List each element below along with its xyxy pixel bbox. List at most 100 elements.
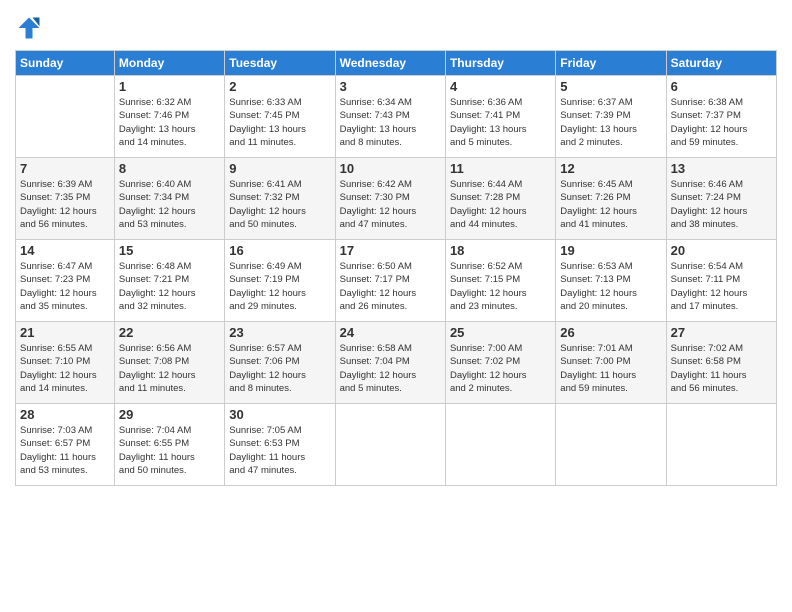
weekday-header: Tuesday (225, 51, 335, 76)
calendar-week-row: 7 Sunrise: 6:39 AM Sunset: 7:35 PM Daylig… (16, 158, 777, 240)
day-number: 18 (450, 243, 551, 258)
day-number: 8 (119, 161, 220, 176)
day-info: Sunrise: 6:55 AM Sunset: 7:10 PM Dayligh… (20, 342, 110, 395)
calendar-table: SundayMondayTuesdayWednesdayThursdayFrid… (15, 50, 777, 486)
calendar-week-row: 1Sunrise: 6:32 AM Sunset: 7:46 PM Daylig… (16, 76, 777, 158)
day-info: Sunrise: 6:57 AM Sunset: 7:06 PM Dayligh… (229, 342, 330, 395)
day-info: Sunrise: 7:03 AM Sunset: 6:57 PM Dayligh… (20, 424, 110, 477)
calendar-cell: 24 Sunrise: 6:58 AM Sunset: 7:04 PM Dayli… (335, 322, 445, 404)
day-info: Sunrise: 7:05 AM Sunset: 6:53 PM Dayligh… (229, 424, 330, 477)
day-number: 16 (229, 243, 330, 258)
calendar-cell: 1Sunrise: 6:32 AM Sunset: 7:46 PM Daylig… (114, 76, 224, 158)
logo (15, 14, 47, 42)
calendar-cell: 30 Sunrise: 7:05 AM Sunset: 6:53 PM Dayli… (225, 404, 335, 486)
day-info: Sunrise: 6:40 AM Sunset: 7:34 PM Dayligh… (119, 178, 220, 231)
day-number: 11 (450, 161, 551, 176)
calendar-cell: 29 Sunrise: 7:04 AM Sunset: 6:55 PM Dayli… (114, 404, 224, 486)
calendar-cell: 13 Sunrise: 6:46 AM Sunset: 7:24 PM Dayli… (666, 158, 776, 240)
calendar-cell: 6Sunrise: 6:38 AM Sunset: 7:37 PM Daylig… (666, 76, 776, 158)
day-info: Sunrise: 7:02 AM Sunset: 6:58 PM Dayligh… (671, 342, 772, 395)
day-info: Sunrise: 6:46 AM Sunset: 7:24 PM Dayligh… (671, 178, 772, 231)
calendar-cell (335, 404, 445, 486)
day-info: Sunrise: 6:53 AM Sunset: 7:13 PM Dayligh… (560, 260, 661, 313)
day-number: 14 (20, 243, 110, 258)
calendar-cell: 23 Sunrise: 6:57 AM Sunset: 7:06 PM Dayli… (225, 322, 335, 404)
day-info: Sunrise: 6:41 AM Sunset: 7:32 PM Dayligh… (229, 178, 330, 231)
calendar-cell: 15 Sunrise: 6:48 AM Sunset: 7:21 PM Dayli… (114, 240, 224, 322)
calendar-cell: 28 Sunrise: 7:03 AM Sunset: 6:57 PM Dayli… (16, 404, 115, 486)
day-info: Sunrise: 6:50 AM Sunset: 7:17 PM Dayligh… (340, 260, 441, 313)
day-number: 4 (450, 79, 551, 94)
calendar-cell: 17 Sunrise: 6:50 AM Sunset: 7:17 PM Dayli… (335, 240, 445, 322)
day-info: Sunrise: 6:52 AM Sunset: 7:15 PM Dayligh… (450, 260, 551, 313)
day-number: 13 (671, 161, 772, 176)
day-info: Sunrise: 6:32 AM Sunset: 7:46 PM Dayligh… (119, 96, 220, 149)
day-number: 19 (560, 243, 661, 258)
day-number: 17 (340, 243, 441, 258)
day-info: Sunrise: 6:54 AM Sunset: 7:11 PM Dayligh… (671, 260, 772, 313)
calendar-cell: 5 Sunrise: 6:37 AM Sunset: 7:39 PM Daylig… (556, 76, 666, 158)
page: SundayMondayTuesdayWednesdayThursdayFrid… (0, 0, 792, 612)
day-number: 3 (340, 79, 441, 94)
weekday-header: Thursday (445, 51, 555, 76)
calendar-body: 1Sunrise: 6:32 AM Sunset: 7:46 PM Daylig… (16, 76, 777, 486)
day-number: 25 (450, 325, 551, 340)
day-info: Sunrise: 7:00 AM Sunset: 7:02 PM Dayligh… (450, 342, 551, 395)
calendar-cell (666, 404, 776, 486)
day-number: 12 (560, 161, 661, 176)
day-number: 27 (671, 325, 772, 340)
calendar-cell: 10 Sunrise: 6:42 AM Sunset: 7:30 PM Dayli… (335, 158, 445, 240)
day-number: 26 (560, 325, 661, 340)
day-info: Sunrise: 6:47 AM Sunset: 7:23 PM Dayligh… (20, 260, 110, 313)
weekday-header: Saturday (666, 51, 776, 76)
calendar-cell: 9 Sunrise: 6:41 AM Sunset: 7:32 PM Daylig… (225, 158, 335, 240)
day-info: Sunrise: 6:45 AM Sunset: 7:26 PM Dayligh… (560, 178, 661, 231)
calendar-cell: 18 Sunrise: 6:52 AM Sunset: 7:15 PM Dayli… (445, 240, 555, 322)
day-info: Sunrise: 6:44 AM Sunset: 7:28 PM Dayligh… (450, 178, 551, 231)
calendar-cell (445, 404, 555, 486)
day-number: 20 (671, 243, 772, 258)
day-info: Sunrise: 6:42 AM Sunset: 7:30 PM Dayligh… (340, 178, 441, 231)
calendar-header-row: SundayMondayTuesdayWednesdayThursdayFrid… (16, 51, 777, 76)
day-number: 24 (340, 325, 441, 340)
calendar-cell: 11 Sunrise: 6:44 AM Sunset: 7:28 PM Dayli… (445, 158, 555, 240)
day-info: Sunrise: 7:04 AM Sunset: 6:55 PM Dayligh… (119, 424, 220, 477)
day-number: 23 (229, 325, 330, 340)
calendar-cell: 16 Sunrise: 6:49 AM Sunset: 7:19 PM Dayli… (225, 240, 335, 322)
weekday-header: Monday (114, 51, 224, 76)
day-number: 7 (20, 161, 110, 176)
day-number: 30 (229, 407, 330, 422)
calendar-cell: 12 Sunrise: 6:45 AM Sunset: 7:26 PM Dayli… (556, 158, 666, 240)
calendar-cell: 19 Sunrise: 6:53 AM Sunset: 7:13 PM Dayli… (556, 240, 666, 322)
day-number: 29 (119, 407, 220, 422)
day-info: Sunrise: 6:49 AM Sunset: 7:19 PM Dayligh… (229, 260, 330, 313)
calendar-cell: 3Sunrise: 6:34 AM Sunset: 7:43 PM Daylig… (335, 76, 445, 158)
day-info: Sunrise: 6:56 AM Sunset: 7:08 PM Dayligh… (119, 342, 220, 395)
calendar-cell: 25 Sunrise: 7:00 AM Sunset: 7:02 PM Dayli… (445, 322, 555, 404)
day-number: 5 (560, 79, 661, 94)
weekday-header: Friday (556, 51, 666, 76)
calendar-cell: 4 Sunrise: 6:36 AM Sunset: 7:41 PM Daylig… (445, 76, 555, 158)
calendar-cell: 27 Sunrise: 7:02 AM Sunset: 6:58 PM Dayli… (666, 322, 776, 404)
day-number: 10 (340, 161, 441, 176)
day-number: 21 (20, 325, 110, 340)
day-info: Sunrise: 6:36 AM Sunset: 7:41 PM Dayligh… (450, 96, 551, 149)
day-number: 15 (119, 243, 220, 258)
calendar-week-row: 21 Sunrise: 6:55 AM Sunset: 7:10 PM Dayli… (16, 322, 777, 404)
day-number: 9 (229, 161, 330, 176)
day-number: 22 (119, 325, 220, 340)
day-info: Sunrise: 6:37 AM Sunset: 7:39 PM Dayligh… (560, 96, 661, 149)
calendar-cell: 7 Sunrise: 6:39 AM Sunset: 7:35 PM Daylig… (16, 158, 115, 240)
day-info: Sunrise: 6:38 AM Sunset: 7:37 PM Dayligh… (671, 96, 772, 149)
day-info: Sunrise: 6:48 AM Sunset: 7:21 PM Dayligh… (119, 260, 220, 313)
day-info: Sunrise: 7:01 AM Sunset: 7:00 PM Dayligh… (560, 342, 661, 395)
day-number: 28 (20, 407, 110, 422)
weekday-header: Wednesday (335, 51, 445, 76)
calendar-cell: 21 Sunrise: 6:55 AM Sunset: 7:10 PM Dayli… (16, 322, 115, 404)
calendar-cell: 20 Sunrise: 6:54 AM Sunset: 7:11 PM Dayli… (666, 240, 776, 322)
weekday-header: Sunday (16, 51, 115, 76)
day-info: Sunrise: 6:58 AM Sunset: 7:04 PM Dayligh… (340, 342, 441, 395)
calendar-cell: 26 Sunrise: 7:01 AM Sunset: 7:00 PM Dayli… (556, 322, 666, 404)
day-info: Sunrise: 6:39 AM Sunset: 7:35 PM Dayligh… (20, 178, 110, 231)
day-number: 2 (229, 79, 330, 94)
